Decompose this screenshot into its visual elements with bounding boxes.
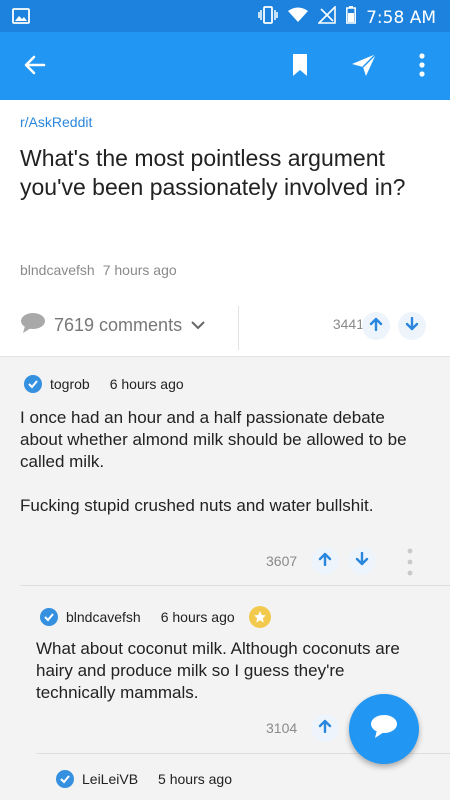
post-header: r/AskReddit What's the most pointless ar… — [0, 100, 450, 356]
upvote-button[interactable] — [362, 312, 390, 340]
arrow-left-icon[interactable] — [22, 52, 48, 83]
comment-age: 6 hours ago — [160, 609, 235, 625]
comment-age: 5 hours ago — [158, 771, 232, 787]
app-bar — [0, 32, 450, 100]
chevron-down-icon — [190, 315, 206, 336]
arrow-down-icon — [405, 316, 419, 336]
comment-body: I once had an hour and a half passionate… — [20, 408, 407, 515]
check-circle-icon — [56, 770, 74, 788]
bookmark-icon[interactable] — [290, 52, 310, 83]
image-notification-icon — [12, 8, 30, 29]
arrow-down-icon — [355, 551, 369, 571]
comment-author-row: togrob 6 hours ago — [24, 375, 184, 393]
upvote-button[interactable] — [311, 714, 339, 742]
more-vert-icon[interactable] — [405, 547, 415, 582]
post-score: 3441 — [332, 316, 364, 332]
post-age: 7 hours ago — [102, 262, 177, 278]
comment-author-row: LeiLeiVB 5 hours ago — [56, 770, 232, 788]
star-award-icon — [248, 606, 271, 628]
comment-author-row: blndcavefsh 6 hours ago — [40, 606, 271, 628]
post-meta: blndcavefsh 7 hours ago — [20, 262, 177, 278]
comment-bubble-icon — [20, 312, 46, 339]
post-actions: 7619 comments 3441 — [0, 300, 450, 356]
check-circle-icon — [40, 608, 58, 626]
arrow-up-icon — [318, 719, 332, 738]
comments-button[interactable]: 7619 comments — [20, 312, 206, 339]
status-bar: 7:58 AM — [0, 0, 450, 32]
comments-count: 7619 comments — [54, 315, 183, 335]
chat-bubble-icon — [369, 713, 399, 746]
downvote-button[interactable] — [348, 547, 376, 575]
vibrate-icon — [258, 6, 278, 29]
downvote-button[interactable] — [398, 312, 426, 340]
post-title: What's the most pointless argument you'v… — [20, 145, 406, 200]
battery-icon — [346, 6, 357, 29]
comment-author[interactable]: blndcavefsh — [66, 609, 141, 625]
send-icon[interactable] — [350, 52, 378, 83]
reply-fab-button[interactable] — [349, 694, 419, 764]
post-author[interactable]: blndcavefsh — [20, 262, 95, 278]
comment-score: 3607 — [266, 553, 298, 569]
upvote-button[interactable] — [311, 547, 339, 575]
comment-author[interactable]: LeiLeiVB — [82, 771, 138, 787]
divider — [238, 306, 239, 350]
more-vert-icon[interactable] — [416, 52, 428, 83]
no-signal-icon — [317, 5, 336, 29]
arrow-up-icon — [369, 317, 383, 336]
subreddit-link[interactable]: r/AskReddit — [20, 114, 92, 130]
comment-score: 3104 — [266, 720, 298, 736]
comment-body: What about coconut milk. Although coconu… — [36, 639, 400, 702]
comment-item: togrob 6 hours ago I once had an hour an… — [0, 357, 450, 585]
comment-age: 6 hours ago — [109, 376, 184, 392]
check-circle-icon — [24, 375, 42, 393]
arrow-up-icon — [318, 552, 332, 571]
comment-author[interactable]: togrob — [50, 376, 90, 392]
status-time: 7:58 AM — [366, 7, 436, 28]
wifi-icon — [288, 7, 309, 28]
